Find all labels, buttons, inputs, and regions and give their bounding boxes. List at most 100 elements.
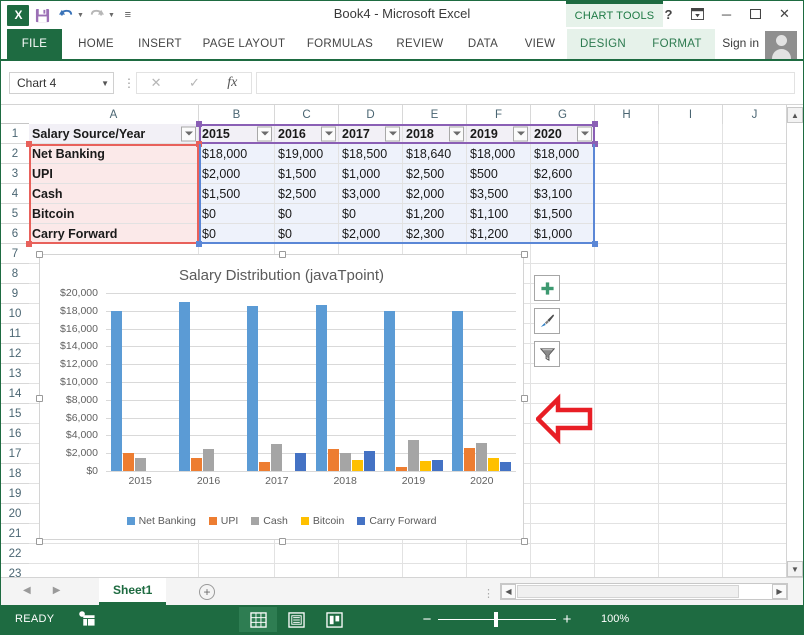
- legend-item-bitcoin[interactable]: Bitcoin: [300, 515, 344, 527]
- cell-J17[interactable]: [723, 444, 787, 464]
- cell-G7[interactable]: [531, 244, 595, 264]
- bar-upi-2015[interactable]: [122, 453, 134, 471]
- horizontal-scroll-thumb[interactable]: [517, 585, 739, 598]
- table-cell-G4[interactable]: $3,100: [531, 184, 595, 204]
- cell-I22[interactable]: [659, 544, 723, 564]
- table-cell-E5[interactable]: $1,200: [403, 204, 467, 224]
- cell-F22[interactable]: [467, 544, 531, 564]
- series-name-handle-tr[interactable]: [592, 121, 598, 127]
- cell-J15[interactable]: [723, 404, 787, 424]
- column-header-j[interactable]: J: [723, 105, 787, 124]
- table-cell-F6[interactable]: $1,200: [467, 224, 531, 244]
- scroll-up-button[interactable]: ▲: [787, 107, 803, 123]
- cell-J2[interactable]: [723, 144, 787, 164]
- table-cell-D6[interactable]: $2,000: [339, 224, 403, 244]
- cell-C23[interactable]: [275, 564, 339, 577]
- table-header-cell-B1[interactable]: 2015: [199, 124, 275, 144]
- table-cell-E2[interactable]: $18,640: [403, 144, 467, 164]
- tab-review[interactable]: REVIEW: [389, 29, 451, 59]
- chart-handle-nw[interactable]: [36, 251, 43, 258]
- chart-handle-sw[interactable]: [36, 538, 43, 545]
- cell-J6[interactable]: [723, 224, 787, 244]
- table-header-cell-G1[interactable]: 2020: [531, 124, 595, 144]
- cell-H10[interactable]: [595, 304, 659, 324]
- chart-handle-n[interactable]: [279, 251, 286, 258]
- cell-J16[interactable]: [723, 424, 787, 444]
- category-handle-tl[interactable]: [26, 141, 32, 147]
- cell-I11[interactable]: [659, 324, 723, 344]
- cell-H1[interactable]: [595, 124, 659, 144]
- horizontal-scrollbar[interactable]: ◀ ▶: [500, 583, 788, 600]
- cell-J12[interactable]: [723, 344, 787, 364]
- cell-J1[interactable]: [723, 124, 787, 144]
- tab-view[interactable]: VIEW: [515, 29, 565, 59]
- row-header-16[interactable]: 16: [1, 424, 29, 444]
- cell-J11[interactable]: [723, 324, 787, 344]
- chart-styles-button[interactable]: [534, 308, 560, 334]
- table-cell-F3[interactable]: $500: [467, 164, 531, 184]
- bar-carry-forward-2017[interactable]: [295, 453, 307, 471]
- table-cell-B4[interactable]: $1,500: [199, 184, 275, 204]
- row-header-21[interactable]: 21: [1, 524, 29, 544]
- filter-dropdown-C[interactable]: [321, 126, 336, 141]
- row-header-11[interactable]: 11: [1, 324, 29, 344]
- bar-bitcoin-2018[interactable]: [351, 460, 363, 471]
- cell-J23[interactable]: [723, 564, 787, 577]
- bar-bitcoin-2019[interactable]: [419, 461, 431, 471]
- table-cell-G2[interactable]: $18,000: [531, 144, 595, 164]
- cell-G21[interactable]: [531, 524, 595, 544]
- column-header-d[interactable]: D: [339, 105, 403, 124]
- column-header-b[interactable]: B: [199, 105, 275, 124]
- bar-carry-forward-2020[interactable]: [500, 462, 512, 471]
- tab-page-layout[interactable]: PAGE LAYOUT: [195, 29, 293, 59]
- table-cell-C5[interactable]: $0: [275, 204, 339, 224]
- row-header-23[interactable]: 23: [1, 564, 29, 577]
- table-cell-G3[interactable]: $2,600: [531, 164, 595, 184]
- cell-H15[interactable]: [595, 404, 659, 424]
- legend-item-carry-forward[interactable]: Carry Forward: [357, 515, 436, 527]
- row-header-19[interactable]: 19: [1, 484, 29, 504]
- cell-J18[interactable]: [723, 464, 787, 484]
- tab-split-handle[interactable]: ⋮: [483, 587, 494, 600]
- table-header-cell-F1[interactable]: 2019: [467, 124, 531, 144]
- bar-net-banking-2020[interactable]: [452, 310, 464, 471]
- tab-insert[interactable]: INSERT: [131, 29, 189, 59]
- cell-I10[interactable]: [659, 304, 723, 324]
- cell-H7[interactable]: [595, 244, 659, 264]
- table-row-label-6[interactable]: Carry Forward: [29, 224, 199, 244]
- cell-I5[interactable]: [659, 204, 723, 224]
- chart-handle-se[interactable]: [521, 538, 528, 545]
- cell-H3[interactable]: [595, 164, 659, 184]
- cell-A23[interactable]: [29, 564, 199, 577]
- chart-handle-ne[interactable]: [521, 251, 528, 258]
- table-cell-B2[interactable]: $18,000: [199, 144, 275, 164]
- table-cell-C6[interactable]: $0: [275, 224, 339, 244]
- cell-I23[interactable]: [659, 564, 723, 577]
- scroll-down-button[interactable]: ▼: [787, 561, 803, 577]
- bar-upi-2019[interactable]: [395, 466, 407, 471]
- cell-I13[interactable]: [659, 364, 723, 384]
- page-break-preview-button[interactable]: [315, 607, 353, 632]
- cell-J8[interactable]: [723, 264, 787, 284]
- bar-cash-2015[interactable]: [134, 457, 146, 471]
- cell-G23[interactable]: [531, 564, 595, 577]
- bar-net-banking-2016[interactable]: [178, 301, 190, 471]
- chart-handle-s[interactable]: [279, 538, 286, 545]
- table-row-label-3[interactable]: UPI: [29, 164, 199, 184]
- bar-upi-2020[interactable]: [464, 447, 476, 471]
- close-button[interactable]: ✕: [770, 3, 799, 25]
- cell-I18[interactable]: [659, 464, 723, 484]
- table-cell-C3[interactable]: $1,500: [275, 164, 339, 184]
- insert-function-icon[interactable]: fx: [227, 75, 237, 91]
- cell-B22[interactable]: [199, 544, 275, 564]
- table-cell-B3[interactable]: $2,000: [199, 164, 275, 184]
- bar-upi-2018[interactable]: [327, 448, 339, 471]
- table-cell-B5[interactable]: $0: [199, 204, 275, 224]
- cell-F23[interactable]: [467, 564, 531, 577]
- cell-A22[interactable]: [29, 544, 199, 564]
- filter-dropdown-A[interactable]: [181, 126, 196, 141]
- bar-cash-2017[interactable]: [271, 444, 283, 471]
- cell-J4[interactable]: [723, 184, 787, 204]
- bar-carry-forward-2019[interactable]: [431, 460, 443, 471]
- legend-item-cash[interactable]: Cash: [251, 515, 288, 527]
